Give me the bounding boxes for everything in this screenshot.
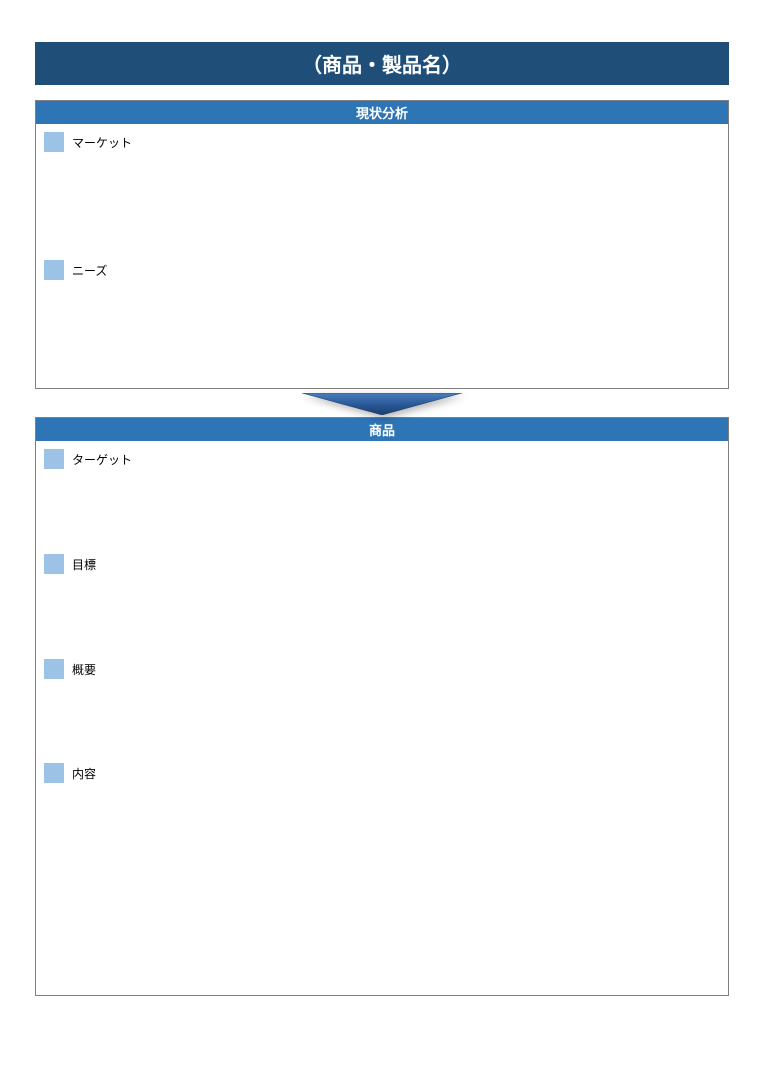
item-row-needs: ニーズ — [44, 260, 720, 280]
title-text: （商品・製品名） — [302, 55, 462, 77]
bullet-box-icon — [44, 132, 64, 152]
item-group: 概要 — [44, 659, 720, 763]
bullet-box-icon — [44, 554, 64, 574]
arrow-divider — [35, 389, 729, 417]
item-label: 目標 — [72, 556, 96, 573]
item-group: 内容 — [44, 763, 720, 984]
item-row-overview: 概要 — [44, 659, 720, 679]
bullet-box-icon — [44, 659, 64, 679]
item-label: 内容 — [72, 765, 96, 782]
item-label: ターゲット — [72, 451, 132, 468]
item-group: ターゲット — [44, 449, 720, 554]
section-product: 商品 ターゲット 目標 概要 内容 — [35, 417, 729, 996]
section-body-analysis: マーケット ニーズ — [36, 124, 728, 388]
item-row-content: 内容 — [44, 763, 720, 783]
item-group: ニーズ — [44, 260, 720, 370]
section-current-analysis: 現状分析 マーケット ニーズ — [35, 100, 729, 389]
section-header-analysis: 現状分析 — [36, 101, 728, 124]
item-label: マーケット — [72, 134, 132, 151]
item-row-target: ターゲット — [44, 449, 720, 469]
section-header-label: 現状分析 — [356, 106, 408, 121]
item-row-goal: 目標 — [44, 554, 720, 574]
down-arrow-icon — [302, 393, 462, 415]
page-title: （商品・製品名） — [35, 42, 729, 85]
bullet-box-icon — [44, 449, 64, 469]
item-label: ニーズ — [72, 262, 107, 279]
item-row-market: マーケット — [44, 132, 720, 152]
item-group: 目標 — [44, 554, 720, 659]
section-header-label: 商品 — [369, 423, 395, 438]
section-body-product: ターゲット 目標 概要 内容 — [36, 441, 728, 995]
item-group: マーケット — [44, 132, 720, 260]
bullet-box-icon — [44, 763, 64, 783]
bullet-box-icon — [44, 260, 64, 280]
section-header-product: 商品 — [36, 418, 728, 441]
item-label: 概要 — [72, 661, 96, 678]
